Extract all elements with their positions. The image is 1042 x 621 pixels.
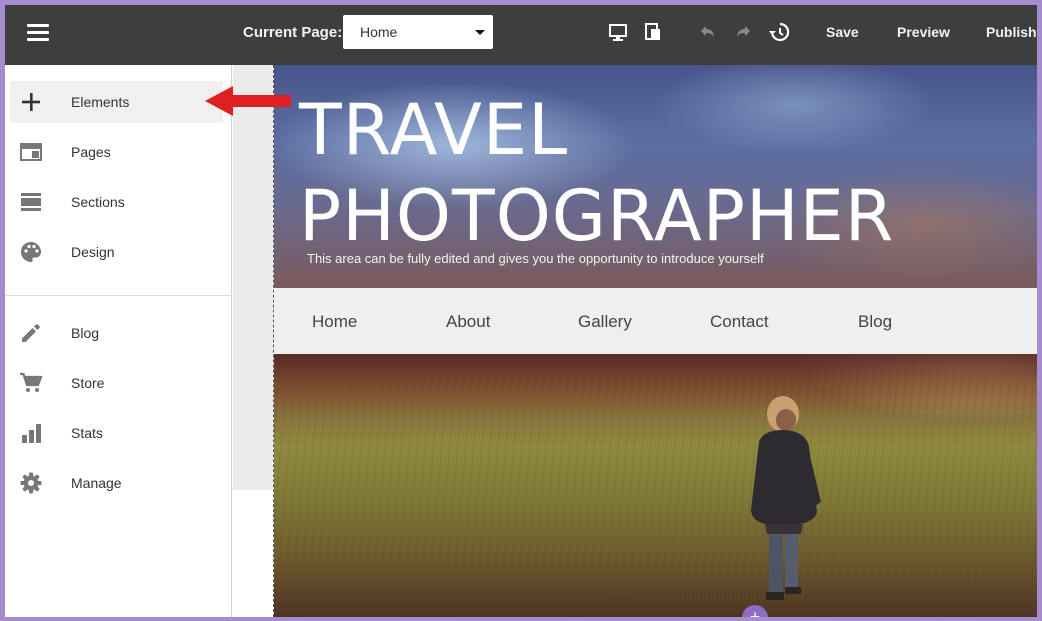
history-icon[interactable] [768,22,790,42]
current-page-label: Current Page: [243,24,343,41]
editor-window: Current Page: Home Save Preview Publish [5,5,1037,617]
bar-chart-icon [22,424,41,443]
publish-button[interactable]: Publish [986,24,1037,40]
grass-texture [274,354,1037,617]
sidebar-item-design[interactable]: Design [10,231,223,273]
sidebar-item-label: Design [71,244,115,260]
sections-icon [21,193,41,211]
cart-icon [20,372,43,392]
page-canvas[interactable]: TRAVEL PHOTOGRAPHER This area can be ful… [273,65,1037,617]
plus-icon [22,93,40,111]
sidebar-item-store[interactable]: Store [10,362,223,404]
current-page-value: Home [360,24,398,40]
tablet-view-icon[interactable] [643,22,663,42]
panel-gutter [233,65,273,490]
sidebar-item-label: Pages [71,144,111,160]
site-nav-home[interactable]: Home [312,312,357,332]
site-navigation: Home About Gallery Contact Blog [274,288,1037,354]
field-photo[interactable] [274,354,1037,617]
hamburger-menu-icon[interactable] [27,24,49,42]
pencil-icon [22,324,40,342]
red-arrow-icon [205,86,291,116]
top-toolbar: Current Page: Home Save Preview Publish [5,5,1037,65]
sidebar-item-label: Sections [71,194,125,210]
current-page-select[interactable]: Home [343,15,493,49]
sidebar-item-manage[interactable]: Manage [10,462,223,504]
sidebar-item-sections[interactable]: Sections [10,181,223,223]
site-nav-gallery[interactable]: Gallery [578,312,632,332]
hero-title[interactable]: TRAVEL PHOTOGRAPHER [299,87,894,259]
site-nav-contact[interactable]: Contact [710,312,769,332]
pages-icon [20,143,42,161]
hero-section[interactable]: TRAVEL PHOTOGRAPHER This area can be ful… [274,65,1037,288]
preview-button[interactable]: Preview [897,24,950,40]
gear-icon [20,472,42,494]
undo-icon[interactable] [698,22,718,42]
sidebar-item-label: Store [71,375,105,391]
child-figure-image [751,396,821,600]
desktop-view-icon[interactable] [608,22,628,42]
save-button[interactable]: Save [826,24,859,40]
sidebar-item-stats[interactable]: Stats [10,412,223,454]
palette-icon [21,242,41,262]
sidebar: Elements Pages Sections Design Blog Stor… [5,65,232,617]
sidebar-divider [5,295,232,296]
sidebar-item-elements[interactable]: Elements [10,81,223,123]
redo-icon[interactable] [733,22,753,42]
sidebar-item-blog[interactable]: Blog [10,312,223,354]
sidebar-item-label: Stats [71,425,103,441]
hero-subtitle[interactable]: This area can be fully edited and gives … [307,251,764,266]
site-nav-about[interactable]: About [446,312,490,332]
sidebar-item-label: Elements [71,94,130,110]
site-nav-blog[interactable]: Blog [858,312,892,332]
sidebar-item-label: Manage [71,475,122,491]
sidebar-item-label: Blog [71,325,100,341]
hero-title-line1: TRAVEL [299,89,569,171]
sidebar-item-pages[interactable]: Pages [10,131,223,173]
hero-title-line2: PHOTOGRAPHER [299,175,895,257]
caret-down-icon [475,30,485,35]
